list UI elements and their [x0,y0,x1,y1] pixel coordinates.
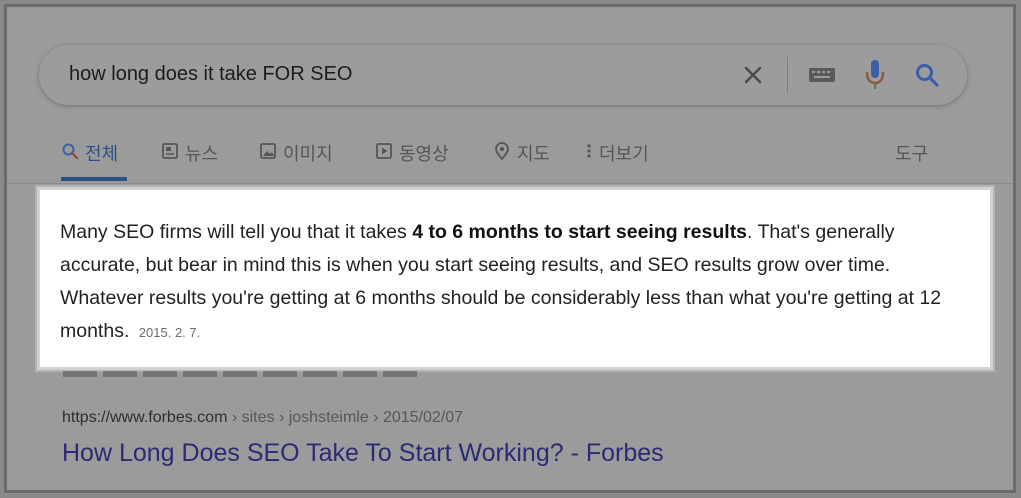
video-icon [376,143,392,159]
tab-more[interactable]: 더보기 [585,140,649,180]
keyboard-icon[interactable] [808,65,836,85]
tools-button[interactable]: 도구 [895,140,928,166]
tab-label: 뉴스 [185,144,219,164]
tab-maps[interactable]: 지도 [493,140,550,180]
tab-label: 더보기 [599,144,649,164]
snippet-date: 2015. 2. 7. [138,325,201,340]
search-bar[interactable]: how long does it take FOR SEO [39,45,967,105]
tab-news[interactable]: 뉴스 [161,140,218,180]
image-icon [260,143,276,159]
tab-label: 전체 [85,144,119,164]
snippet-text: Many SEO firms will tell you that it tak… [60,216,960,349]
search-input[interactable]: how long does it take FOR SEO [69,63,352,86]
tab-label: 동영상 [399,144,449,164]
search-icon [62,143,79,160]
search-icon[interactable] [914,62,940,88]
search-tabs: 전체 뉴스 이미지 동영상 지도 더보기 도구 [7,140,1019,184]
tab-all[interactable]: 전체 [61,140,118,180]
result-citation[interactable]: https://www.forbes.com › sites › joshste… [62,409,463,427]
snippet-text-start: Many SEO firms will tell you that it tak… [60,221,413,243]
result-path: › sites › joshsteimle › 2015/02/07 [227,409,464,426]
active-tab-indicator [61,177,127,181]
tabs-divider [7,183,1013,184]
screenshot-frame: how long does it take FOR SEO 전체 뉴스 이미지 … [4,4,1016,493]
close-icon[interactable] [742,64,764,86]
news-icon [162,143,178,159]
more-vertical-icon [587,144,591,158]
tab-images[interactable]: 이미지 [259,140,333,180]
result-title-link[interactable]: How Long Does SEO Take To Start Working?… [62,439,664,468]
snippet-highlight: 4 to 6 months to start seeing results [412,221,748,243]
obscured-text [63,371,423,377]
result-domain: https://www.forbes.com [62,409,228,426]
tab-videos[interactable]: 동영상 [375,140,449,180]
search-divider [787,57,788,93]
map-pin-icon [495,142,509,160]
microphone-icon[interactable] [864,58,886,92]
featured-snippet: Many SEO firms will tell you that it tak… [35,185,995,372]
tab-label: 이미지 [283,144,333,164]
tab-label: 지도 [517,144,551,164]
